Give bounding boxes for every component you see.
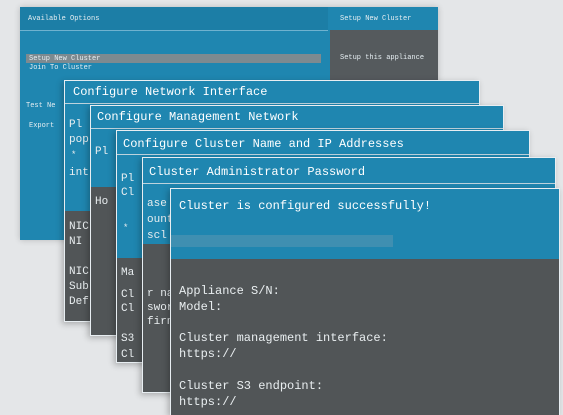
bullet-line: *: [71, 150, 77, 160]
title-separator: [117, 154, 529, 155]
subnet-line: Sub: [69, 281, 89, 293]
prompt-line: scl: [147, 230, 167, 242]
prompt-line: ase: [147, 198, 167, 210]
window-title: Configure Cluster Name and IP Addresses: [123, 137, 404, 151]
cluster-line: Cl: [121, 349, 135, 361]
prompt-line: Cl: [121, 187, 135, 199]
options-title: Available Options: [28, 15, 100, 23]
cluster-line: Cl: [121, 289, 135, 301]
management-line: Ma: [121, 267, 135, 279]
prompt-line: Pl: [95, 146, 109, 158]
success-message: Cluster is configured successfully!: [179, 199, 432, 213]
prompt-line: pop: [69, 134, 89, 146]
option-test-network[interactable]: Test Ne: [26, 102, 55, 110]
model-label: Model:: [179, 300, 223, 314]
window-title: Configure Network Interface: [73, 85, 268, 99]
option-join-to-cluster[interactable]: Join To Cluster: [29, 64, 92, 72]
management-interface-url[interactable]: https://: [179, 347, 237, 361]
description-title: Setup New Cluster: [340, 15, 412, 23]
nic-line: NIC: [69, 221, 89, 233]
default-gateway-line: Def: [69, 296, 89, 308]
title-separator: [143, 183, 555, 184]
management-interface-label: Cluster management interface:: [179, 331, 388, 345]
option-export[interactable]: Export: [29, 122, 54, 130]
s3-endpoint-label: Cluster S3 endpoint:: [179, 379, 324, 393]
title-separator: [65, 103, 479, 104]
status-field: [171, 235, 393, 247]
prompt-line: Pl: [121, 173, 135, 185]
cluster-configured-window: Cluster is configured successfully! Appl…: [170, 188, 560, 415]
nic-line: NI: [69, 236, 83, 248]
description-text: Setup this appliance: [340, 54, 425, 62]
s3-endpoint-url[interactable]: https://: [179, 395, 237, 409]
option-setup-new-cluster[interactable]: Setup New Cluster: [29, 55, 100, 63]
hostname-line: Ho: [95, 196, 109, 208]
cluster-line: Cl: [121, 303, 135, 315]
prompt-line: int: [69, 167, 89, 179]
title-separator: [91, 128, 503, 129]
s3-line: S3: [121, 333, 135, 345]
appliance-sn-label: Appliance S/N:: [179, 284, 280, 298]
window-title: Cluster Administrator Password: [149, 165, 366, 179]
window-title: Configure Management Network: [97, 110, 299, 124]
nic-line: NIC: [69, 266, 89, 278]
prompt-line: Pl: [69, 119, 83, 131]
bullet-line: *: [123, 223, 129, 233]
